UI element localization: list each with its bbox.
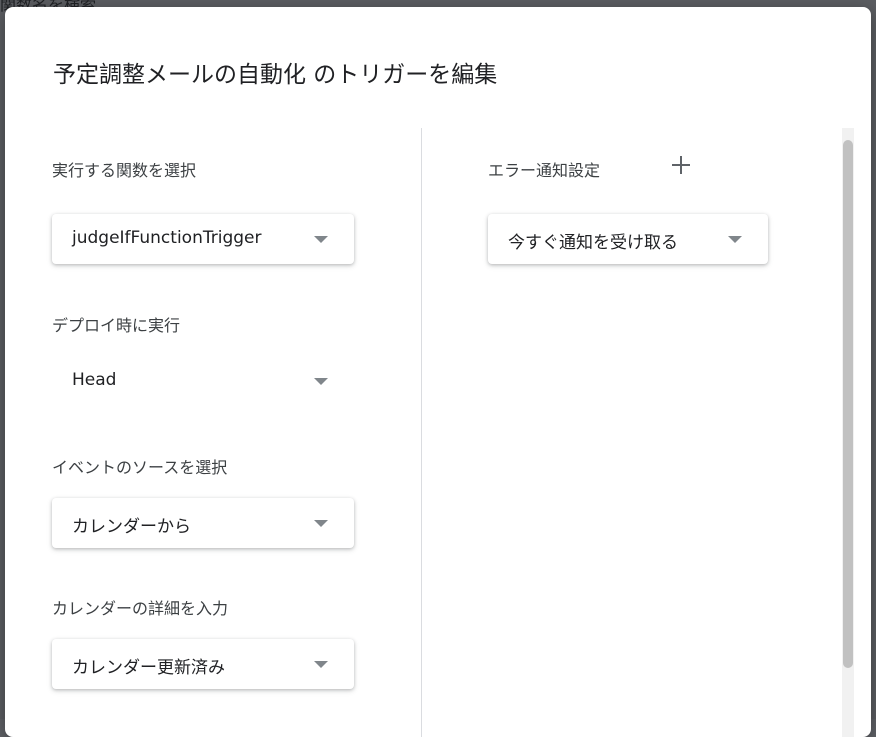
function-select-label: 実行する関数を選択 — [52, 161, 197, 180]
scrollbar-thumb[interactable] — [843, 140, 853, 668]
function-select[interactable]: judgeIfFunctionTrigger — [52, 214, 354, 264]
deployment-select[interactable]: Head — [52, 356, 354, 406]
calendar-detail-select[interactable]: カレンダー更新済み — [52, 639, 354, 689]
event-source-label: イベントのソースを選択 — [52, 458, 228, 477]
error-notification-label: エラー通知設定 — [488, 161, 601, 180]
column-divider — [421, 128, 422, 737]
chevron-down-icon — [314, 236, 328, 243]
dialog-title: 予定調整メールの自動化 のトリガーを編集 — [53, 62, 498, 88]
error-notification-select-value: 今すぐ通知を受け取る — [508, 233, 678, 253]
chevron-down-icon — [314, 661, 328, 668]
event-source-select-value: カレンダーから — [72, 517, 191, 537]
edit-trigger-dialog: 予定調整メールの自動化 のトリガーを編集 実行する関数を選択 judgeIfFu… — [5, 7, 871, 737]
chevron-down-icon — [314, 378, 328, 385]
deployment-select-value: Head — [72, 370, 117, 390]
function-select-value: judgeIfFunctionTrigger — [72, 228, 262, 248]
calendar-detail-label: カレンダーの詳細を入力 — [52, 599, 229, 618]
plus-icon[interactable] — [668, 151, 696, 179]
error-notification-select[interactable]: 今すぐ通知を受け取る — [488, 214, 768, 264]
deployment-label: デプロイ時に実行 — [52, 316, 181, 335]
dialog-scrollbar[interactable] — [842, 128, 854, 737]
event-source-select[interactable]: カレンダーから — [52, 498, 354, 548]
calendar-detail-select-value: カレンダー更新済み — [72, 658, 225, 678]
chevron-down-icon — [314, 520, 328, 527]
chevron-down-icon — [728, 236, 742, 243]
